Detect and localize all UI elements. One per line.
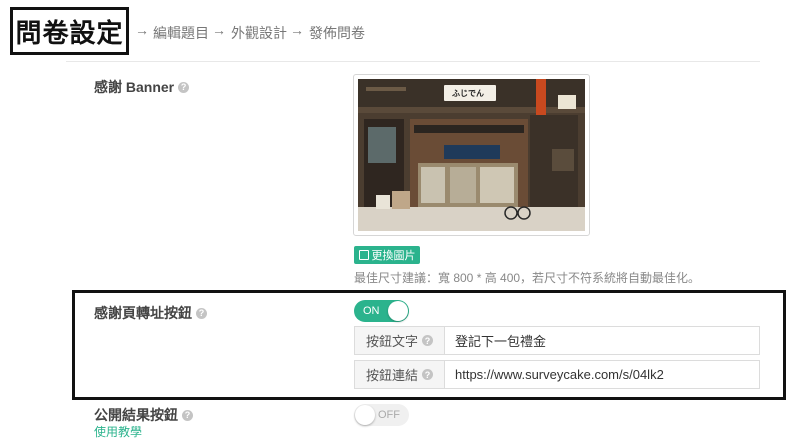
toggle-state-label: OFF (378, 409, 400, 421)
banner-label: 感謝 Banner (94, 79, 175, 95)
help-icon[interactable]: ? (422, 335, 434, 346)
help-icon[interactable]: ? (182, 409, 193, 421)
banner-image-frame: ふじでん (353, 74, 590, 236)
arrow-right-icon: → (212, 22, 226, 38)
button-text-label-cell: 按鈕文字 ? (355, 327, 445, 354)
image-icon (358, 250, 369, 260)
change-image-button[interactable]: 更換圖片 (354, 246, 420, 264)
divider (66, 61, 760, 62)
button-text-input[interactable] (445, 327, 759, 354)
change-image-label: 更換圖片 (371, 250, 416, 262)
button-link-label-cell: 按鈕連結 ? (355, 361, 445, 388)
breadcrumb: 問卷設定 → 編輯題目 → 外觀設計 → 發佈問卷 (0, 0, 800, 62)
help-icon[interactable]: ? (422, 369, 434, 380)
breadcrumb-step-edit-questions[interactable]: 編輯題目 (153, 23, 209, 43)
arrow-right-icon: → (135, 22, 149, 38)
banner-label-row: 感謝 Banner ? (94, 77, 190, 97)
toggle-state-label: ON (363, 305, 380, 317)
help-icon[interactable]: ? (178, 81, 190, 93)
breadcrumb-step-appearance[interactable]: 外觀設計 (231, 23, 287, 43)
public-results-label-row: 公開結果按鈕 ? (94, 405, 193, 425)
redirect-label-row: 感謝頁轉址按鈕 ? (94, 303, 207, 323)
button-link-label: 按鈕連結 (366, 368, 419, 383)
toggle-knob (355, 405, 375, 425)
arrow-right-icon: → (290, 22, 304, 38)
toggle-knob (388, 301, 408, 321)
public-results-label: 公開結果按鈕 (94, 407, 178, 423)
redirect-button-label: 感謝頁轉址按鈕 (94, 305, 192, 321)
size-hint: 最佳尺寸建議：寬 800 * 高 400，若尺寸不符系統將自動最佳化。 (354, 271, 701, 285)
button-link-field-row: 按鈕連結 ? (354, 360, 760, 389)
button-text-field-row: 按鈕文字 ? (354, 326, 760, 355)
button-link-input[interactable] (445, 361, 759, 388)
banner-image (358, 79, 585, 231)
breadcrumb-step-settings[interactable]: 問卷設定 (10, 7, 129, 55)
tutorial-link[interactable]: 使用教學 (94, 423, 142, 440)
breadcrumb-step-publish[interactable]: 發佈問卷 (309, 23, 365, 43)
button-text-label: 按鈕文字 (366, 334, 419, 349)
help-icon[interactable]: ? (196, 307, 207, 319)
public-results-toggle[interactable]: OFF (354, 404, 409, 426)
redirect-toggle[interactable]: ON (354, 300, 409, 322)
shop-sign-text: ふじでん (452, 89, 484, 98)
